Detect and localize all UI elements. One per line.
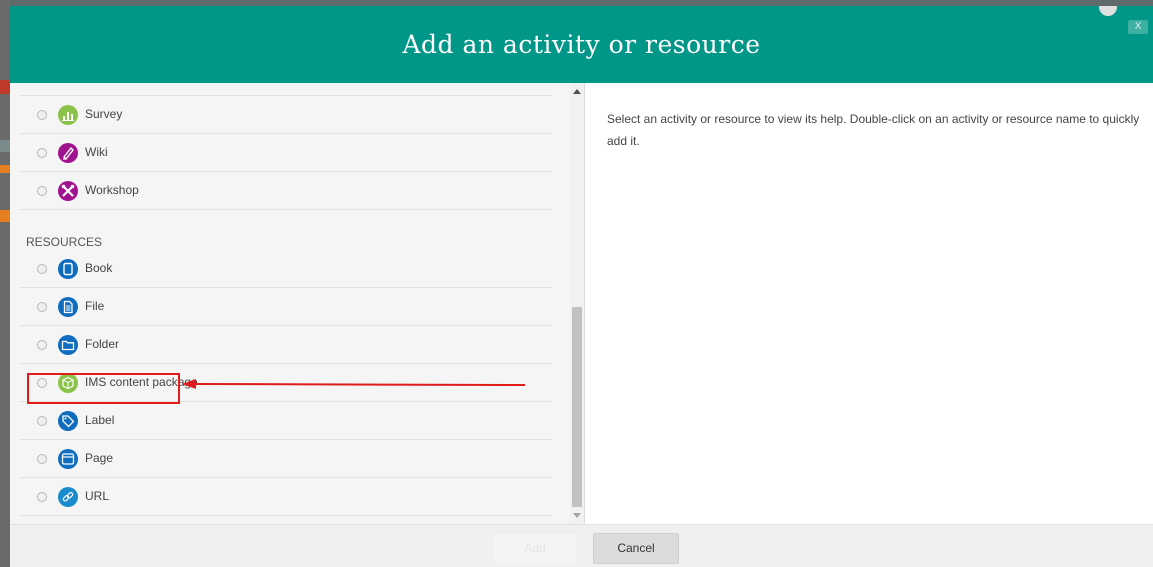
close-button[interactable]: X [1128,20,1148,34]
option-book[interactable]: Book [20,250,552,288]
scroll-down-arrow-icon[interactable] [573,513,581,518]
radio-button[interactable] [37,186,47,196]
option-label: Label [85,413,115,427]
option-wiki[interactable]: Wiki [20,134,552,172]
option-folder[interactable]: Folder [20,326,552,364]
scrollbar-thumb[interactable] [572,307,582,507]
label-tag-icon [58,411,78,431]
radio-button[interactable] [37,492,47,502]
cancel-button[interactable]: Cancel [593,533,679,564]
option-label-resource[interactable]: Label [20,402,552,440]
survey-chart-icon [58,105,78,125]
dialog-title: Add an activity or resource [402,30,761,59]
option-url[interactable]: URL [20,478,552,516]
option-label: URL [85,489,110,503]
radio-button[interactable] [37,416,47,426]
backdrop-avatar [1099,6,1117,16]
page-icon [58,449,78,469]
wiki-pen-icon [58,143,78,163]
list-scrollbar[interactable] [570,83,584,524]
add-activity-dialog: Add an activity or resource X Survey Wik… [10,6,1153,567]
option-label: Survey [85,107,123,121]
book-icon [58,259,78,279]
section-heading-resources: RESOURCES [26,235,103,249]
option-label: File [85,299,105,313]
option-label: Wiki [85,145,108,159]
radio-button[interactable] [37,340,47,350]
workshop-tools-icon [58,181,78,201]
dialog-footer: Add Cancel [10,524,1153,567]
option-label: Book [85,261,113,275]
radio-button[interactable] [37,110,47,120]
file-icon [58,297,78,317]
option-page[interactable]: Page [20,440,552,478]
dialog-header: Add an activity or resource X [10,6,1153,83]
help-text: Select an activity or resource to view i… [607,112,1140,148]
radio-button[interactable] [37,264,47,274]
annotation-highlight-box [27,373,180,404]
folder-icon [58,335,78,355]
option-label: Folder [85,337,120,351]
radio-button[interactable] [37,454,47,464]
option-file[interactable]: File [20,288,552,326]
url-link-icon [58,487,78,507]
radio-button[interactable] [37,302,47,312]
option-workshop[interactable]: Workshop [20,172,552,210]
annotation-arrow-icon [182,379,526,389]
option-survey[interactable]: Survey [20,96,552,134]
radio-button[interactable] [37,148,47,158]
page-backdrop-left [0,0,10,567]
add-button[interactable]: Add [492,533,578,564]
option-label: Workshop [85,183,139,197]
scroll-up-arrow-icon[interactable] [573,89,581,94]
option-label: Page [85,451,114,465]
activity-list-panel: Survey Wiki Workshop RESOURCES Book File… [10,83,585,524]
activity-list: Survey Wiki Workshop RESOURCES Book File… [10,83,570,524]
